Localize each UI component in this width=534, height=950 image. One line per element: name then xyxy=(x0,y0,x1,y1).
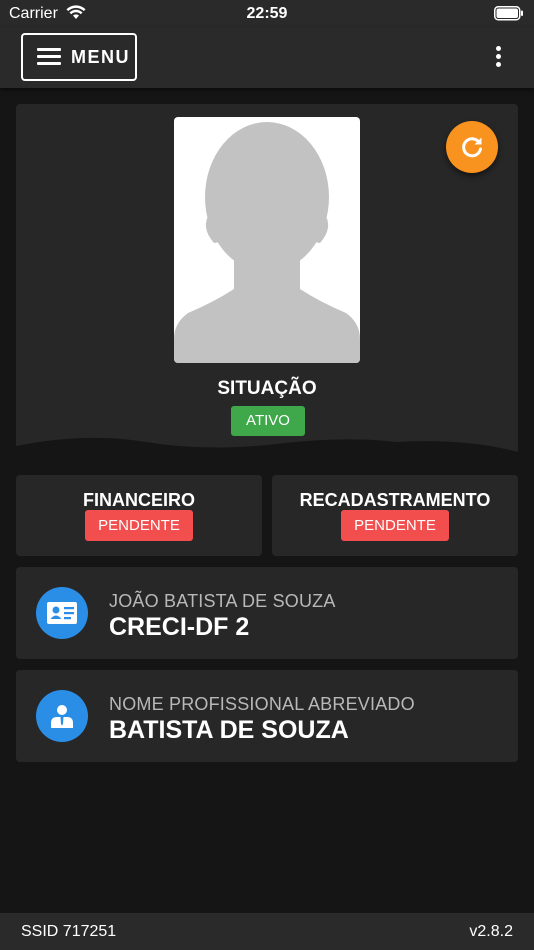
avatar-placeholder-icon xyxy=(174,122,360,363)
menu-label: MENU xyxy=(71,46,130,67)
professional-name-value: BATISTA DE SOUZA xyxy=(109,716,349,744)
person-icon xyxy=(36,690,88,742)
version-label: v2.8.2 xyxy=(469,923,513,940)
menu-button[interactable]: MENU xyxy=(21,33,137,81)
battery-icon xyxy=(494,6,524,26)
profile-photo[interactable] xyxy=(174,117,360,363)
status-bar: Carrier 22:59 xyxy=(0,0,534,28)
app-header: MENU xyxy=(0,28,534,88)
profile-card: SITUAÇÃO ATIVO xyxy=(16,104,518,462)
professional-name-card[interactable]: NOME PROFISSIONAL ABREVIADO BATISTA DE S… xyxy=(16,670,518,762)
registration-info-card[interactable]: JOÃO BATISTA DE SOUZA CRECI-DF 2 xyxy=(16,567,518,659)
hamburger-icon xyxy=(37,48,61,66)
financial-title: FINANCEIRO xyxy=(83,490,195,510)
full-name-label: JOÃO BATISTA DE SOUZA xyxy=(109,591,336,611)
reregistration-title: RECADASTRAMENTO xyxy=(299,490,491,510)
reregistration-status-badge: PENDENTE xyxy=(341,510,449,541)
creci-number: CRECI-DF 2 xyxy=(109,613,250,641)
ssid-label: SSID 717251 xyxy=(21,923,117,940)
professional-name-label: NOME PROFISSIONAL ABREVIADO xyxy=(109,694,415,714)
more-options-button[interactable] xyxy=(488,44,508,72)
id-card-icon xyxy=(36,587,88,639)
clock: 22:59 xyxy=(246,5,288,22)
footer-bar: SSID 717251 v2.8.2 xyxy=(0,913,534,950)
card-wave-divider xyxy=(16,437,518,462)
financial-status-badge: PENDENTE xyxy=(85,510,193,541)
reregistration-status-card[interactable]: RECADASTRAMENTO PENDENTE xyxy=(272,475,518,556)
refresh-icon xyxy=(462,137,482,158)
situation-label: SITUAÇÃO xyxy=(217,378,317,399)
refresh-button[interactable] xyxy=(446,121,498,173)
financial-status-card[interactable]: FINANCEIRO PENDENTE xyxy=(16,475,262,556)
